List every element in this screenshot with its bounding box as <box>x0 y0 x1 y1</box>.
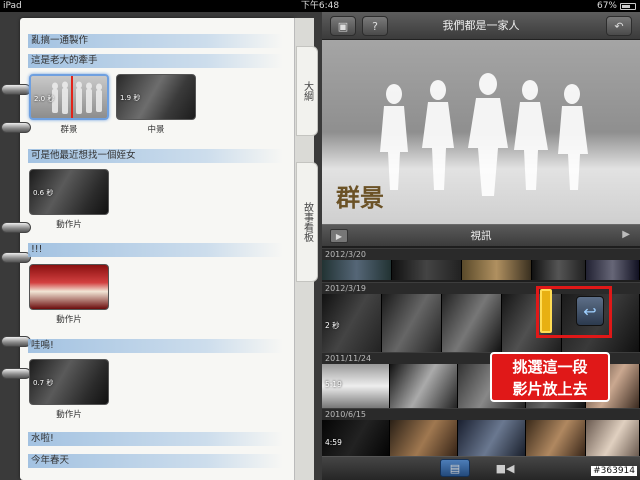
clip-thumbnail[interactable]: 0.6 秒 <box>29 169 109 215</box>
note-line[interactable]: 亂搞一通製作 <box>28 34 283 48</box>
note-line[interactable]: 今年春天 <box>28 454 283 468</box>
preview-pane: ▣ ? 我們都是一家人 ↶ 群景 ▶ 視訊 ▶ 2012/3/20 2012/3… <box>322 12 640 480</box>
tab-storyboard[interactable]: 故事看板 <box>296 162 318 282</box>
binder-ring-icon <box>1 368 31 379</box>
undo-icon[interactable]: ↶ <box>606 16 632 36</box>
note-line[interactable]: 可是他最近想找一個姪女 <box>28 149 283 163</box>
project-title: 我們都是一家人 <box>442 19 520 32</box>
annotation-callout: 挑選這一段 影片放上去 <box>490 352 610 402</box>
video-camera-icon[interactable]: ■◀ <box>490 459 520 477</box>
clip-thumbnail[interactable]: 0.7 秒 <box>29 359 109 405</box>
battery-percent: 67% <box>596 1 617 11</box>
clip-duration: 0.7 秒 <box>33 379 54 387</box>
status-bar: iPad 下午6:48 67% <box>0 0 640 12</box>
battery-icon <box>620 2 636 10</box>
binder-ring-icon <box>1 222 31 233</box>
clip-thumbnail[interactable] <box>29 264 109 310</box>
date-header: 2012/3/20 <box>322 248 640 260</box>
status-time: 下午6:48 <box>300 1 340 11</box>
annotation-line: 影片放上去 <box>512 380 588 398</box>
note-line[interactable]: 這是老大的牽手 <box>28 54 283 68</box>
binder-ring-icon <box>1 122 31 133</box>
binder-ring-icon <box>1 84 31 95</box>
tab-outline[interactable]: 大綱 <box>296 46 318 136</box>
note-line[interactable]: 哇嗚! <box>28 339 283 353</box>
clip-thumbnail[interactable]: 1.9 秒 <box>116 74 196 120</box>
binder-ring-icon <box>1 336 31 347</box>
clip-label: 群景 <box>60 125 78 135</box>
filmstrip-icon[interactable]: ▤ <box>440 459 470 477</box>
video-label: 視訊 <box>470 230 492 242</box>
clip-duration: 2.0 秒 <box>34 95 55 103</box>
viewer-caption: 群景 <box>336 183 384 212</box>
return-arrow-icon[interactable]: ↩ <box>576 296 604 326</box>
clip-duration: 4:59 <box>325 438 342 447</box>
clip-duration: 0.6 秒 <box>33 189 54 197</box>
annotation-line: 挑選這一段 <box>512 358 588 376</box>
clip-label: 動作片 <box>56 315 82 325</box>
clip-label: 中景 <box>147 125 165 135</box>
note-line[interactable]: !!! <box>28 243 283 257</box>
clip-thumbnail-selected[interactable]: 2.0 秒 <box>29 74 109 120</box>
clip-duration: 1.9 秒 <box>120 94 141 102</box>
clip-label: 動作片 <box>56 410 82 420</box>
binder-ring-icon <box>1 252 31 263</box>
playhead-line <box>71 76 73 118</box>
date-header: 2010/6/15 <box>322 408 640 420</box>
video-viewer[interactable]: 群景 <box>322 40 640 224</box>
clip-label: 動作片 <box>56 220 82 230</box>
clip-strip[interactable] <box>322 260 640 280</box>
watermark: #363914 <box>591 466 637 476</box>
storyboard-pane: 大綱 故事看板 亂搞一通製作 這是老大的牽手 2.0 秒 群景 1.9 秒 中景… <box>0 12 322 480</box>
note-line[interactable]: 水啦! <box>28 432 283 446</box>
video-browser-header: ▶ 視訊 ▶ <box>322 224 640 246</box>
clip-duration: 5:19 <box>325 380 342 389</box>
top-toolbar: ▣ ? 我們都是一家人 ↶ <box>322 12 640 40</box>
play-icon[interactable]: ▶ <box>622 229 630 240</box>
clip-duration: 2 秒 <box>325 321 340 330</box>
